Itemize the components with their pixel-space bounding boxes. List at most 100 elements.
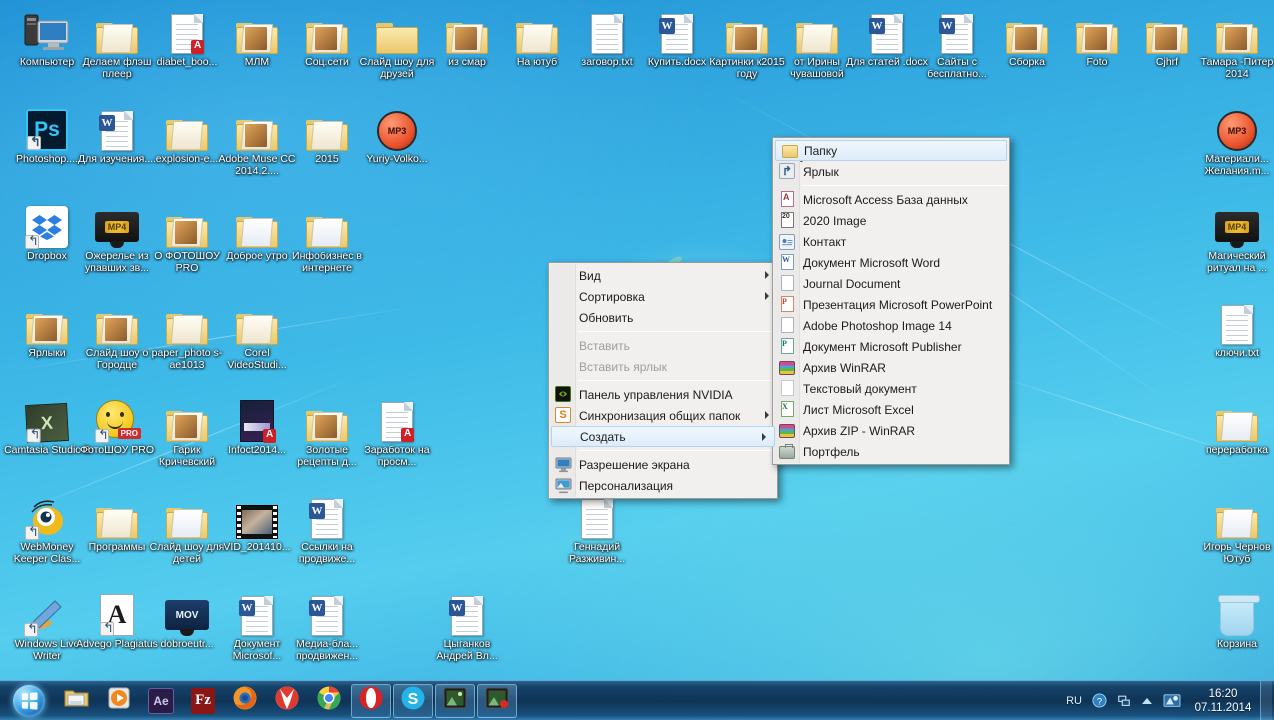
action-center-icon[interactable] xyxy=(1163,693,1181,709)
shortcut-icon: ↱ xyxy=(779,163,796,180)
mp4-icon: MP4 xyxy=(1194,200,1274,248)
show-hidden-icons-button[interactable] xyxy=(1141,696,1153,706)
windows-logo-icon xyxy=(13,684,45,717)
desktop-icon[interactable]: Тамара -Питер 2014 xyxy=(1194,6,1274,80)
menu-item-label: Лист Microsoft Excel xyxy=(803,402,914,417)
desktop-icon[interactable]: MP3 Yuriy-Volko... xyxy=(354,103,440,166)
desktop-icon[interactable]: W Ссылки на продвиже... xyxy=(284,491,370,565)
menu-item[interactable]: Архив ZIP - WinRAR xyxy=(773,420,1009,441)
menu-item[interactable]: Сортировка xyxy=(549,286,777,307)
menu-item[interactable]: P Документ Microsoft Publisher xyxy=(773,336,1009,357)
menu-item-label: Разрешение экрана xyxy=(579,457,690,472)
menu-item[interactable]: P Презентация Microsoft PowerPoint xyxy=(773,294,1009,315)
desktop-icon[interactable]: MP4 Магический ритуал на ... xyxy=(1194,200,1274,274)
desktop-icon-label: Материали... Желания.m... xyxy=(1204,153,1270,177)
yandex-browser-icon xyxy=(274,685,300,716)
personalize-icon xyxy=(555,477,572,494)
clock[interactable]: 16:20 07.11.2014 xyxy=(1186,687,1260,715)
desktop-icon-label: Corel VideoStudi... xyxy=(227,347,287,371)
desktop-icon-label: Корзина xyxy=(1217,638,1257,650)
menu-item-label: Архив WinRAR xyxy=(803,360,886,375)
menu-item[interactable]: Вид xyxy=(549,265,777,286)
show-desktop-button[interactable] xyxy=(1260,680,1272,720)
menu-item[interactable]: Персонализация xyxy=(549,475,777,496)
menu-item: Вставить ярлык xyxy=(549,356,777,377)
menu-item[interactable]: ↱ Ярлык xyxy=(773,161,1009,182)
system-tray[interactable]: RU ? 16:20 07.11.2014 xyxy=(1061,680,1274,720)
clock-date: 07.11.2014 xyxy=(1194,701,1252,714)
taskbar-button-photo-editor[interactable] xyxy=(477,683,517,718)
taskbar-button-opera[interactable] xyxy=(351,683,391,718)
desktop-icon[interactable]: MP3 Материали... Желания.m... xyxy=(1194,103,1274,177)
menu-item-label: Документ Microsoft Word xyxy=(803,255,941,270)
desktop-icon[interactable]: W Медиа-бла... продвижен... xyxy=(284,588,370,662)
taskbar[interactable]: Ae Fz S RU ? 16:20 07.11.2014 xyxy=(0,680,1274,720)
text-icon xyxy=(779,380,796,397)
menu-item[interactable]: 20 2020 Image xyxy=(773,210,1009,231)
menu-item-label: Контакт xyxy=(803,234,847,249)
excel-icon: X xyxy=(779,401,796,418)
screen-icon xyxy=(555,456,572,473)
taskbar-button-photo-viewer[interactable] xyxy=(435,683,475,718)
desktop-icon-label: Yuriy-Volko... xyxy=(366,153,428,165)
taskbar-button-skype[interactable]: S xyxy=(393,683,433,718)
menu-item[interactable]: Разрешение экрана xyxy=(549,454,777,475)
desktop-icon-label: переработка xyxy=(1206,444,1268,456)
desktop-icon[interactable]: Корзина xyxy=(1194,588,1274,651)
menu-item-label: Архив ZIP - WinRAR xyxy=(803,423,916,438)
menu-item-label: Презентация Microsoft PowerPoint xyxy=(803,297,993,312)
taskbar-button-chrome[interactable] xyxy=(309,684,349,718)
menu-separator xyxy=(578,450,775,451)
desktop-icon[interactable]: Заработок на просм... xyxy=(354,394,440,468)
taskbar-buttons[interactable]: Ae Fz S xyxy=(56,683,518,718)
desktop-icon-label: Магический ритуал на ... xyxy=(1207,250,1267,274)
menu-item[interactable]: Портфель xyxy=(773,441,1009,462)
menu-item[interactable]: Adobe Photoshop Image 14 xyxy=(773,315,1009,336)
desktop-icon[interactable]: Геннадий Разживин... xyxy=(554,491,640,565)
desktop-icon[interactable]: W Цыганков Андрей Вл... xyxy=(424,588,510,662)
word-icon: W xyxy=(424,588,510,636)
menu-item[interactable]: X Лист Microsoft Excel xyxy=(773,399,1009,420)
taskbar-button-explorer[interactable] xyxy=(57,684,97,718)
menu-item[interactable]: Панель управления NVIDIA xyxy=(549,384,777,405)
taskbar-button-firefox[interactable] xyxy=(225,684,265,718)
desktop-icon[interactable]: Инфобизнес в интернете xyxy=(284,200,370,274)
menu-item[interactable]: Обновить xyxy=(549,307,777,328)
create-new-submenu[interactable]: Папку ↱ Ярлык A Microsoft Access База данных… xyxy=(772,137,1010,465)
menu-item[interactable]: Архив WinRAR xyxy=(773,357,1009,378)
menu-item[interactable]: S Синхронизация общих папок xyxy=(549,405,777,426)
desktop-icon[interactable]: Игорь Чернов Ютуб xyxy=(1194,491,1274,565)
svg-text:?: ? xyxy=(1097,696,1102,706)
desktop-icon[interactable]: переработка xyxy=(1194,394,1274,457)
menu-item: Вставить xyxy=(549,335,777,356)
psd-icon xyxy=(779,317,796,334)
menu-item[interactable]: Journal Document xyxy=(773,273,1009,294)
menu-item[interactable]: Текстовый документ xyxy=(773,378,1009,399)
desktop-icon-label: Ссылки на продвиже... xyxy=(298,541,356,565)
menu-item[interactable]: W Документ Microsoft Word xyxy=(773,252,1009,273)
submenu-arrow-icon xyxy=(765,271,769,279)
menu-item-label: Документ Microsoft Publisher xyxy=(803,339,962,354)
menu-item-label: Journal Document xyxy=(803,276,901,291)
network-icon[interactable] xyxy=(1117,694,1131,708)
folder-icon xyxy=(214,297,300,345)
taskbar-button-yandex-browser[interactable] xyxy=(267,684,307,718)
desktop-icon-label: Игорь Чернов Ютуб xyxy=(1203,541,1271,565)
menu-item[interactable]: A Microsoft Access База данных xyxy=(773,189,1009,210)
pdf-doc-icon xyxy=(354,394,440,442)
start-button[interactable] xyxy=(2,682,56,720)
desktop-icon[interactable]: ключи.txt xyxy=(1194,297,1274,360)
menu-item[interactable]: Контакт xyxy=(773,231,1009,252)
desktop-icon[interactable]: Corel VideoStudi... xyxy=(214,297,300,371)
taskbar-button-media-player[interactable] xyxy=(99,684,139,718)
desktop-context-menu[interactable]: Вид Сортировка Обновить Вставить Вставить яр… xyxy=(548,262,778,499)
menu-item-label: Вставить ярлык xyxy=(579,359,667,374)
taskbar-button-after-effects[interactable]: Ae xyxy=(141,684,181,718)
menu-item[interactable]: Создать xyxy=(551,426,775,447)
submenu-arrow-icon xyxy=(765,411,769,419)
desktop-icon-label: Цыганков Андрей Вл... xyxy=(436,638,498,662)
help-icon[interactable]: ? xyxy=(1092,693,1107,708)
taskbar-button-filezilla[interactable]: Fz xyxy=(183,684,223,718)
language-indicator[interactable]: RU xyxy=(1066,695,1082,707)
menu-item[interactable]: Папку xyxy=(775,140,1007,161)
